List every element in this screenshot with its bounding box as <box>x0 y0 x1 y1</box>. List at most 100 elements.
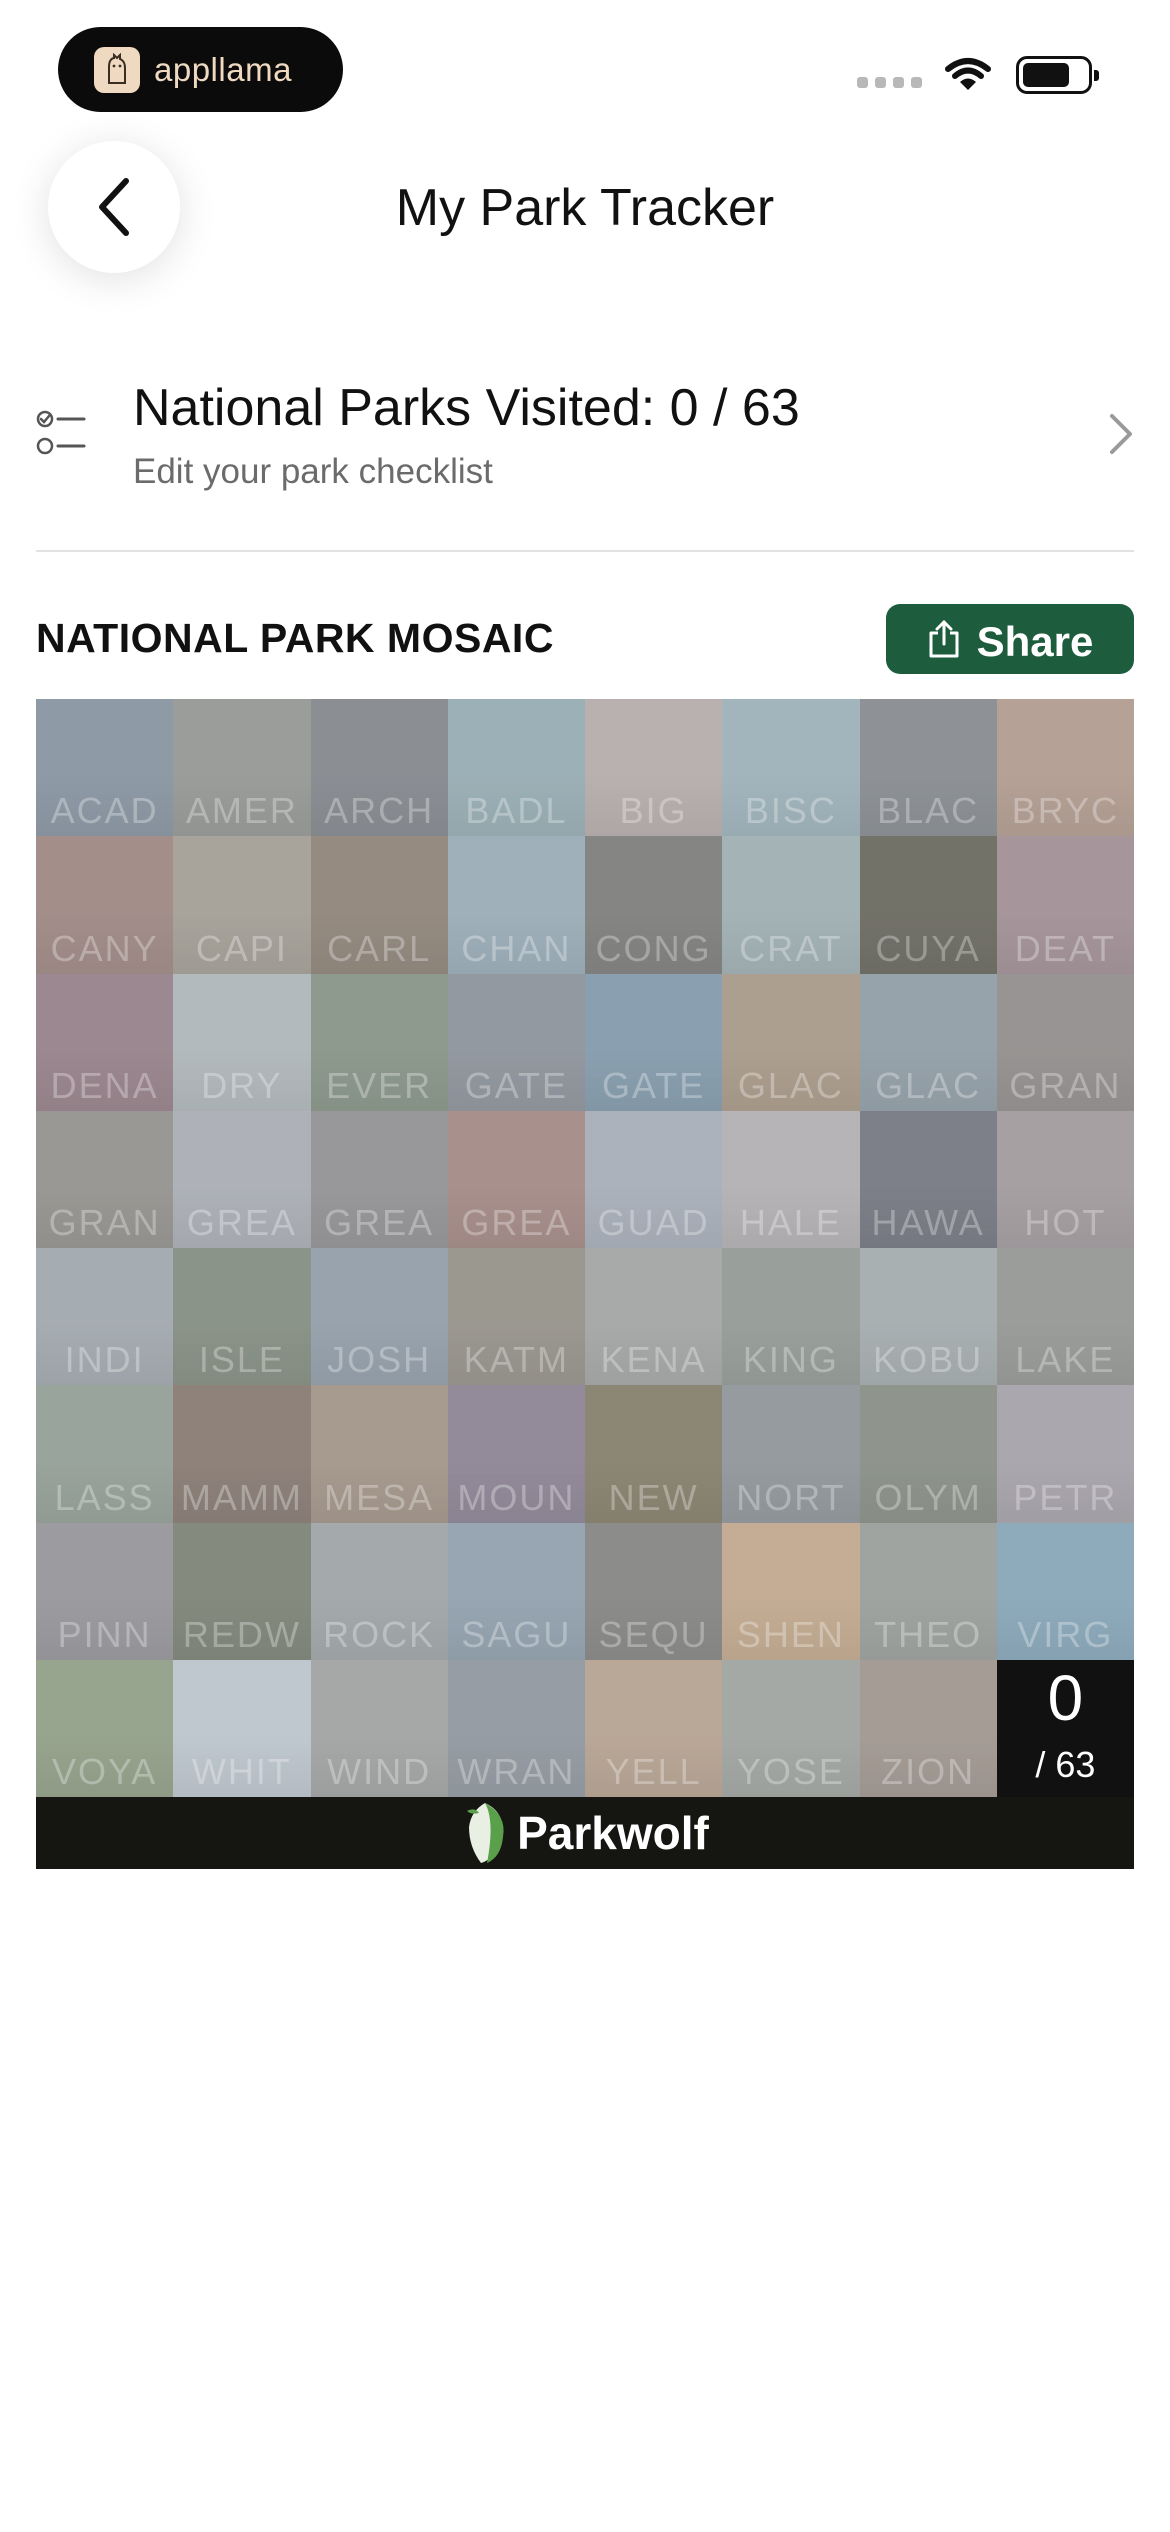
park-tile: WRAN <box>447 1659 585 1797</box>
park-tile: VIRG <box>996 1522 1134 1660</box>
park-tile: NORT <box>722 1385 860 1522</box>
park-tile-code: GUAD <box>597 1202 710 1243</box>
park-tile-code: REDW <box>182 1613 301 1655</box>
park-tile: KATM <box>447 1248 585 1385</box>
park-tile: HAWA <box>859 1110 997 1248</box>
park-tile-code: KING <box>742 1339 839 1381</box>
park-tile: CANY <box>36 836 174 973</box>
park-tile-code: AMER <box>185 790 298 832</box>
park-tile-code: CRAT <box>739 927 843 969</box>
park-tile-code: OLYM <box>874 1476 982 1518</box>
park-tile: INDI <box>36 1248 174 1385</box>
park-tile-code: ZION <box>881 1751 976 1792</box>
park-tile: MAMM <box>173 1385 311 1522</box>
checklist-icon <box>36 410 86 455</box>
park-tile: GRAN <box>996 973 1134 1111</box>
park-tile: SEQU <box>585 1522 723 1660</box>
park-tile: GATE <box>585 973 723 1111</box>
park-tile: ARCH <box>310 699 448 836</box>
park-tile: GREA <box>173 1110 311 1248</box>
share-icon <box>929 620 959 658</box>
park-tile: YOSE <box>722 1659 860 1797</box>
park-tile: BIG <box>585 699 723 836</box>
park-tile-code: HOT <box>1024 1202 1107 1243</box>
park-tile: ROCK <box>310 1522 448 1660</box>
park-tile: CONG <box>585 836 723 973</box>
park-tile-code: JOSH <box>327 1339 432 1381</box>
park-tile: CAPI <box>173 836 311 973</box>
park-tile: DENA <box>36 973 174 1111</box>
park-tile-code: GRAN <box>48 1202 161 1243</box>
park-tile: BISC <box>722 699 860 836</box>
park-tile: GATE <box>447 973 585 1111</box>
park-tile: KING <box>722 1248 860 1385</box>
mosaic-section-title: NATIONAL PARK MOSAIC <box>36 615 554 661</box>
park-tile: GREA <box>447 1110 585 1248</box>
park-tile: CHAN <box>447 836 585 973</box>
park-tile-code: PETR <box>1013 1476 1118 1518</box>
parkwolf-leaf-logo-icon <box>467 1803 504 1863</box>
edit-checklist-label: Edit your park checklist <box>133 452 493 491</box>
park-tracker-screen: appllama My Park Tracker National Parks … <box>0 0 1170 2532</box>
park-tile-code: BISC <box>744 790 837 832</box>
park-tile-code: KOBU <box>873 1339 984 1381</box>
park-tile-code: BADL <box>465 790 568 832</box>
llama-logo-icon <box>94 46 140 93</box>
park-tile: BRYC <box>996 699 1134 836</box>
park-tile-code: GRAN <box>1009 1064 1122 1106</box>
park-tile-code: ACAD <box>50 790 159 832</box>
park-tile-code: CUYA <box>875 927 981 969</box>
park-tile-code: GREA <box>324 1202 435 1243</box>
park-tile-code: MAMM <box>180 1476 303 1518</box>
wifi-icon <box>945 58 991 90</box>
park-tile: GRAN <box>36 1110 174 1248</box>
park-tile: VOYA <box>36 1659 174 1797</box>
park-tile-code: GLAC <box>737 1064 844 1106</box>
park-tile: BLAC <box>859 699 997 836</box>
park-tile: PINN <box>36 1522 174 1660</box>
cellular-signal-icon <box>857 76 922 88</box>
app-pill: appllama <box>58 27 343 112</box>
park-tile: CUYA <box>859 836 997 973</box>
park-tile-code: YOSE <box>736 1751 845 1792</box>
park-tile-code: DRY <box>201 1064 283 1106</box>
park-tile: JOSH <box>310 1248 448 1385</box>
park-tile-code: GLAC <box>875 1064 982 1106</box>
park-tile: DEAT <box>996 836 1134 973</box>
park-checklist-row[interactable]: National Parks Visited: 0 / 63 Edit your… <box>36 370 1134 520</box>
park-tile: CARL <box>310 836 448 973</box>
park-tile: THEO <box>859 1522 997 1660</box>
park-tile: AMER <box>173 699 311 836</box>
park-tile: SAGU <box>447 1522 585 1660</box>
park-tile: PETR <box>996 1385 1134 1522</box>
park-tile-code: DEAT <box>1014 927 1117 969</box>
park-tile-code: SHEN <box>736 1613 845 1655</box>
park-tile-code: BLAC <box>877 790 980 832</box>
park-tile-code: ISLE <box>198 1339 285 1381</box>
share-button[interactable]: Share <box>886 604 1134 674</box>
park-tile: GLAC <box>859 973 997 1111</box>
park-tile-code: SAGU <box>461 1613 572 1655</box>
park-tile-code: CAPI <box>195 927 288 969</box>
park-tile: NEW <box>585 1385 723 1522</box>
park-mosaic: ACAD AMER ARCH BADL BIG BISC BLAC BRYC CANY CAPI C… <box>36 699 1134 1869</box>
park-tile-code: CANY <box>50 927 159 969</box>
park-tile-code: BIG <box>619 790 688 832</box>
park-tile-code: VIRG <box>1017 1613 1114 1655</box>
park-tile-code: GATE <box>464 1064 569 1106</box>
park-tile-code: KENA <box>600 1339 707 1381</box>
park-tile-code: CONG <box>595 927 712 969</box>
park-tile: GREA <box>310 1110 448 1248</box>
park-tile: ZION <box>859 1659 997 1797</box>
park-tile-code: HAWA <box>871 1202 985 1243</box>
park-tile: YELL <box>585 1659 723 1797</box>
park-tile: WIND <box>310 1659 448 1797</box>
park-tile: SHEN <box>722 1522 860 1660</box>
park-tile: DRY <box>173 973 311 1111</box>
park-tile-code: GREA <box>461 1202 572 1243</box>
park-tile-code: GATE <box>601 1064 706 1106</box>
park-tile: HOT <box>996 1110 1134 1248</box>
park-tile: OLYM <box>859 1385 997 1522</box>
park-tile: MESA <box>310 1385 448 1522</box>
park-tile-code: SEQU <box>598 1613 709 1655</box>
